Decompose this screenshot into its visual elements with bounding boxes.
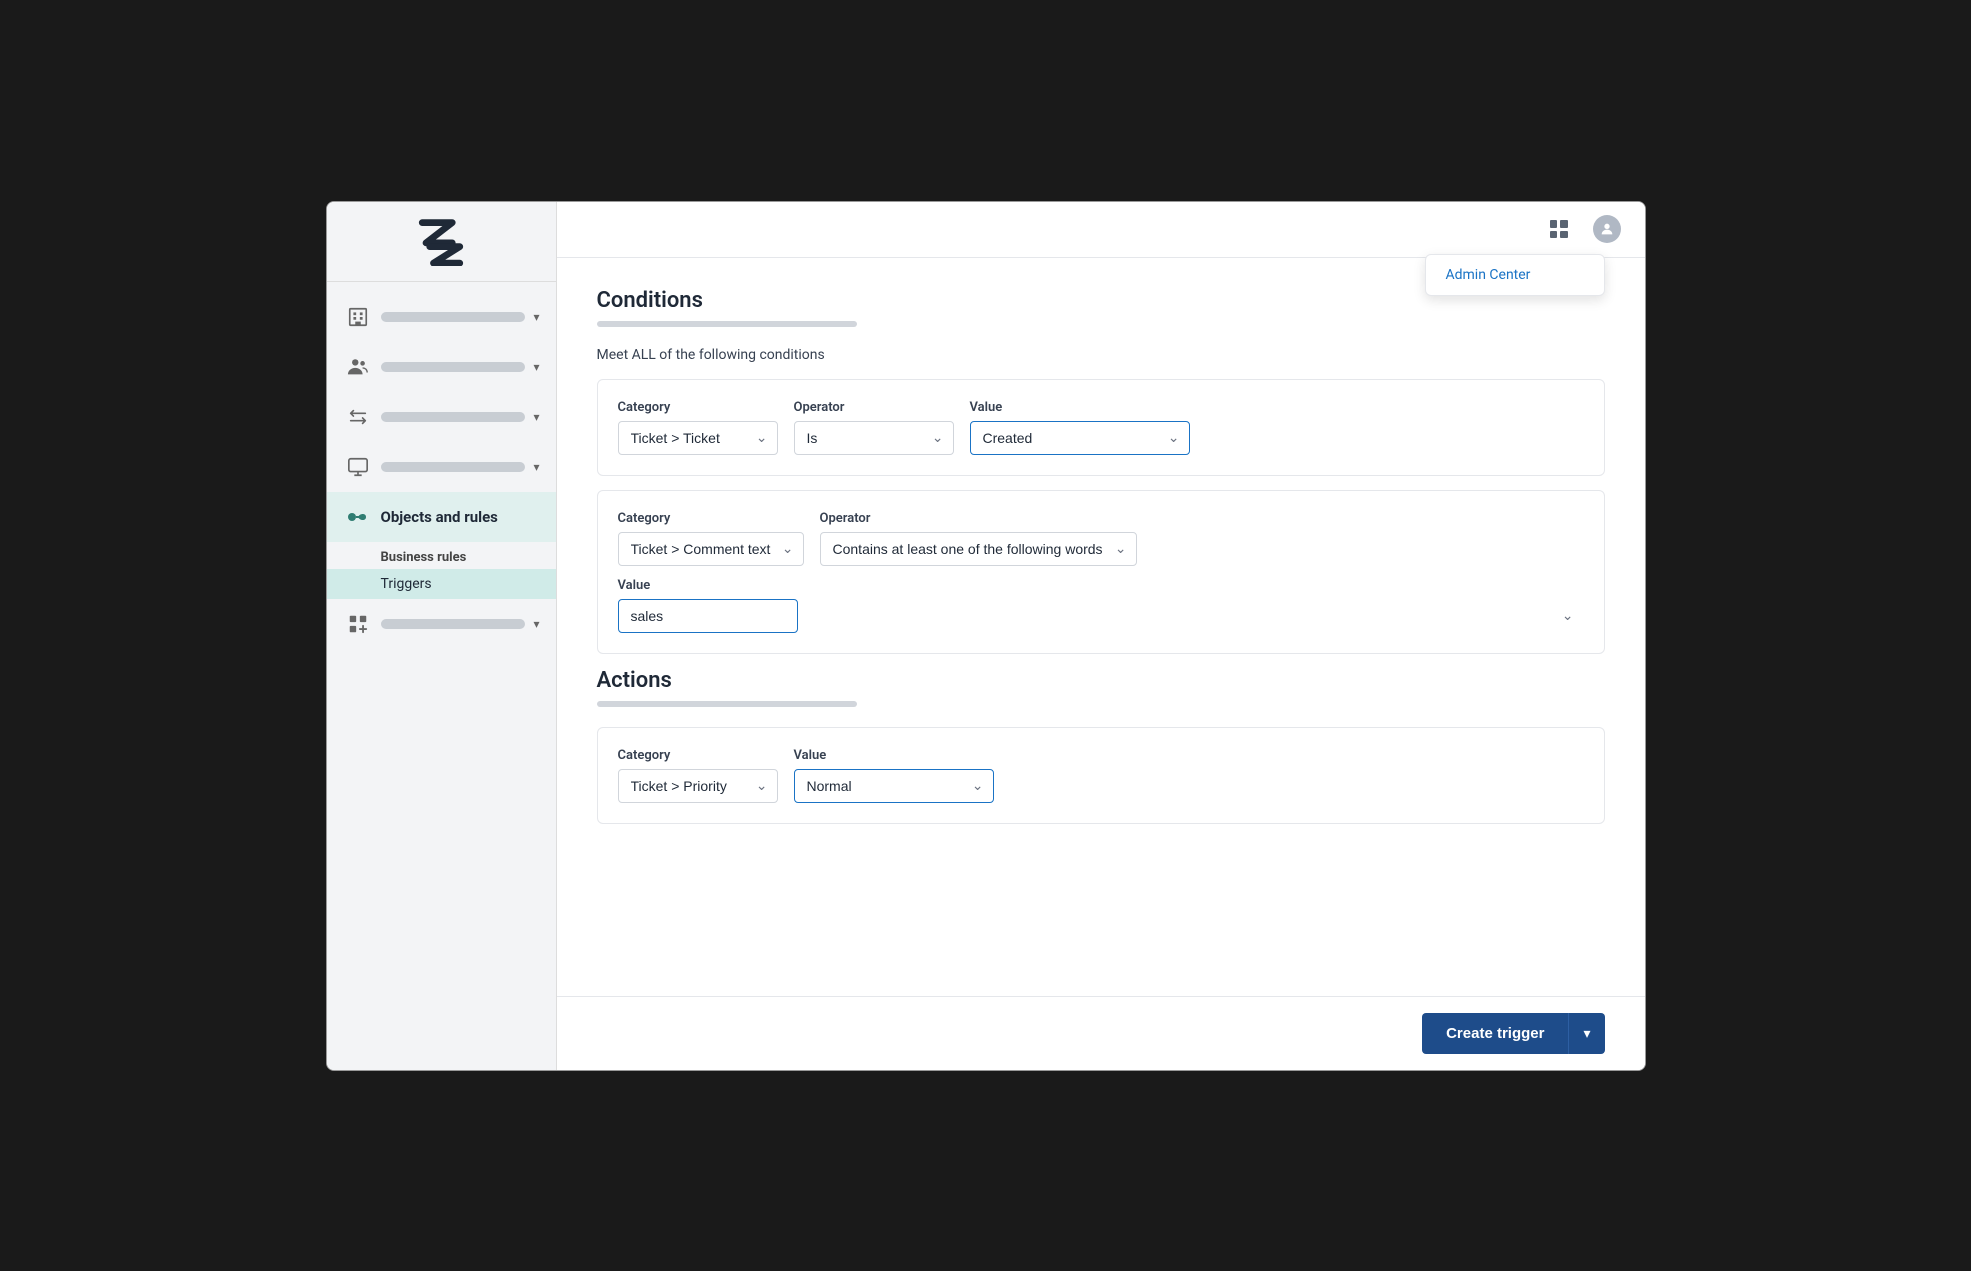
admin-center-dropdown: Admin Center	[1425, 254, 1605, 296]
sidebar-item-apps[interactable]: ▾	[327, 599, 556, 649]
action-row-1: Category Ticket > Priority Value	[597, 727, 1605, 824]
zendesk-logo	[411, 216, 471, 266]
building-icon	[343, 302, 373, 332]
category-field-group-1: Category Ticket > Ticket	[618, 400, 778, 455]
monitor-icon	[343, 452, 373, 482]
conditions-section: Conditions Meet ALL of the following con…	[597, 288, 1605, 654]
sidebar-item-channels[interactable]: ▾	[327, 392, 556, 442]
operator-select-2[interactable]: Contains at least one of the following w…	[820, 532, 1137, 566]
action-value-select-wrapper: Normal	[794, 769, 994, 803]
value-field-group-2: Value sales	[618, 578, 1584, 633]
footer: Create trigger ▾	[557, 996, 1645, 1070]
sidebar-label-bar	[381, 362, 526, 372]
create-trigger-arrow-button[interactable]: ▾	[1568, 1013, 1604, 1054]
admin-center-link[interactable]: Admin Center	[1426, 255, 1604, 295]
value-label-1: Value	[970, 400, 1190, 415]
sidebar-label-bar	[381, 412, 526, 422]
action-value-field-group: Value Normal	[794, 748, 994, 803]
main-content: Admin Center Conditions Meet ALL of the …	[557, 202, 1645, 1070]
category-select-wrapper-1: Ticket > Ticket	[618, 421, 778, 455]
action-value-label: Value	[794, 748, 994, 763]
value-select-2[interactable]: sales	[618, 599, 798, 633]
conditions-meet-text: Meet ALL of the following conditions	[597, 347, 1605, 363]
action-category-select[interactable]: Ticket > Priority	[618, 769, 778, 803]
sidebar-label-bar	[381, 619, 526, 629]
action-category-field-group: Category Ticket > Priority	[618, 748, 778, 803]
actions-section: Actions Category Ticket > Priority	[597, 668, 1605, 824]
value-select-wrapper-1: Created	[970, 421, 1190, 455]
people-icon	[343, 352, 373, 382]
sidebar-item-workspaces[interactable]: ▾	[327, 442, 556, 492]
conditions-bar	[597, 321, 857, 327]
chevron-down-icon: ▾	[533, 460, 539, 474]
objects-icon	[343, 502, 373, 532]
category-field-group-2: Category Ticket > Comment text	[618, 511, 804, 566]
category-select-1[interactable]: Ticket > Ticket	[618, 421, 778, 455]
operator-field-group-2: Operator Contains at least one of the fo…	[820, 511, 1137, 566]
operator-select-wrapper-2: Contains at least one of the following w…	[820, 532, 1137, 566]
operator-label-1: Operator	[794, 400, 954, 415]
user-avatar-icon	[1593, 215, 1621, 243]
category-select-2[interactable]: Ticket > Comment text	[618, 532, 804, 566]
create-trigger-button[interactable]: Create trigger	[1422, 1013, 1568, 1054]
operator-label-2: Operator	[820, 511, 1137, 526]
grid-cell	[1560, 231, 1568, 239]
apps-grid-button[interactable]	[1541, 211, 1577, 247]
value-row-2: Value sales	[618, 578, 1584, 633]
action-category-label: Category	[618, 748, 778, 763]
category-label-2: Category	[618, 511, 804, 526]
sidebar: ▾ ▾ ▾	[327, 202, 557, 1070]
sidebar-label-bar	[381, 462, 526, 472]
grid-icon	[1550, 220, 1568, 238]
sidebar-submenu-objects: Business rules Triggers	[327, 542, 556, 599]
operator-field-group-1: Operator Is	[794, 400, 954, 455]
category-select-wrapper-2: Ticket > Comment text	[618, 532, 804, 566]
sidebar-logo	[327, 202, 556, 282]
sidebar-navigation: ▾ ▾ ▾	[327, 282, 556, 1070]
actions-title: Actions	[597, 668, 1605, 693]
sidebar-item-people[interactable]: ▾	[327, 342, 556, 392]
chevron-down-icon: ▾	[533, 617, 539, 631]
chevron-down-icon: ▾	[533, 360, 539, 374]
operator-select-wrapper-1: Is	[794, 421, 954, 455]
action-fields-row: Category Ticket > Priority Value	[618, 748, 1584, 803]
value-label-2: Value	[618, 578, 1584, 593]
condition-row-1: Category Ticket > Ticket Operator	[597, 379, 1605, 476]
actions-bar	[597, 701, 857, 707]
sidebar-item-objects-label: Objects and rules	[381, 508, 498, 526]
value-field-group-1: Value Created	[970, 400, 1190, 455]
topbar: Admin Center	[557, 202, 1645, 258]
chevron-down-icon: ▾	[533, 410, 539, 424]
action-value-select[interactable]: Normal	[794, 769, 994, 803]
chevron-down-icon: ▾	[533, 310, 539, 324]
grid-cell	[1550, 220, 1558, 228]
channels-icon	[343, 402, 373, 432]
sidebar-label-bar	[381, 312, 526, 322]
action-category-select-wrapper: Ticket > Priority	[618, 769, 778, 803]
grid-cell	[1550, 231, 1558, 239]
sidebar-item-objects[interactable]: Objects and rules	[327, 492, 556, 542]
value-select-wrapper-2: sales	[618, 599, 1584, 633]
condition-row-2: Category Ticket > Comment text Operator	[597, 490, 1605, 654]
operator-select-1[interactable]: Is	[794, 421, 954, 455]
apps-icon	[343, 609, 373, 639]
grid-cell	[1560, 220, 1568, 228]
content-area: Conditions Meet ALL of the following con…	[557, 258, 1645, 996]
user-profile-button[interactable]	[1589, 211, 1625, 247]
sidebar-item-workspace[interactable]: ▾	[327, 292, 556, 342]
condition-fields-row: Category Ticket > Ticket Operator	[618, 400, 1584, 455]
sidebar-subitem-triggers[interactable]: Triggers	[327, 569, 556, 599]
business-rules-heading: Business rules	[327, 542, 556, 569]
condition-fields-row-2: Category Ticket > Comment text Operator	[618, 511, 1584, 566]
value-select-1[interactable]: Created	[970, 421, 1190, 455]
category-label-1: Category	[618, 400, 778, 415]
